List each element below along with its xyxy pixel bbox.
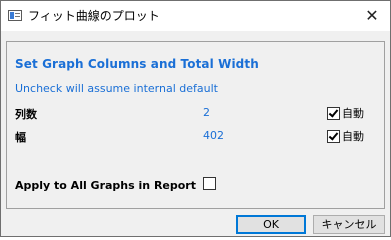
columns-auto-label: 自動 xyxy=(342,107,364,120)
width-value[interactable]: 402 xyxy=(203,129,224,142)
width-label: 幅 xyxy=(15,131,26,144)
apply-all-label: Apply to All Graphs in Report xyxy=(15,179,196,192)
plot-window-icon xyxy=(8,10,22,21)
checkmark-icon xyxy=(328,106,339,118)
settings-group: Set Graph Columns and Total Width Unchec… xyxy=(6,41,385,209)
close-icon[interactable]: ✕ xyxy=(363,7,381,25)
group-subtext: Uncheck will assume internal default xyxy=(15,82,218,95)
checkmark-icon xyxy=(328,129,339,141)
group-heading: Set Graph Columns and Total Width xyxy=(15,57,259,71)
ok-button[interactable]: OK xyxy=(236,215,306,234)
title-bar: フィット曲線のプロット ✕ xyxy=(1,1,390,31)
apply-all-checkbox[interactable] xyxy=(203,177,216,190)
columns-auto-checkbox[interactable]: 自動 xyxy=(327,105,364,121)
cancel-button[interactable]: キャンセル xyxy=(313,215,385,234)
width-auto-label: 自動 xyxy=(342,130,364,143)
checkbox-box[interactable] xyxy=(327,129,340,143)
checkbox-box[interactable] xyxy=(327,106,340,120)
window-title: フィット曲線のプロット xyxy=(28,9,160,23)
dialog-window: フィット曲線のプロット ✕ Set Graph Columns and Tota… xyxy=(0,0,391,237)
width-auto-checkbox[interactable]: 自動 xyxy=(327,128,364,144)
columns-value[interactable]: 2 xyxy=(203,106,210,119)
columns-label: 列数 xyxy=(15,108,37,121)
